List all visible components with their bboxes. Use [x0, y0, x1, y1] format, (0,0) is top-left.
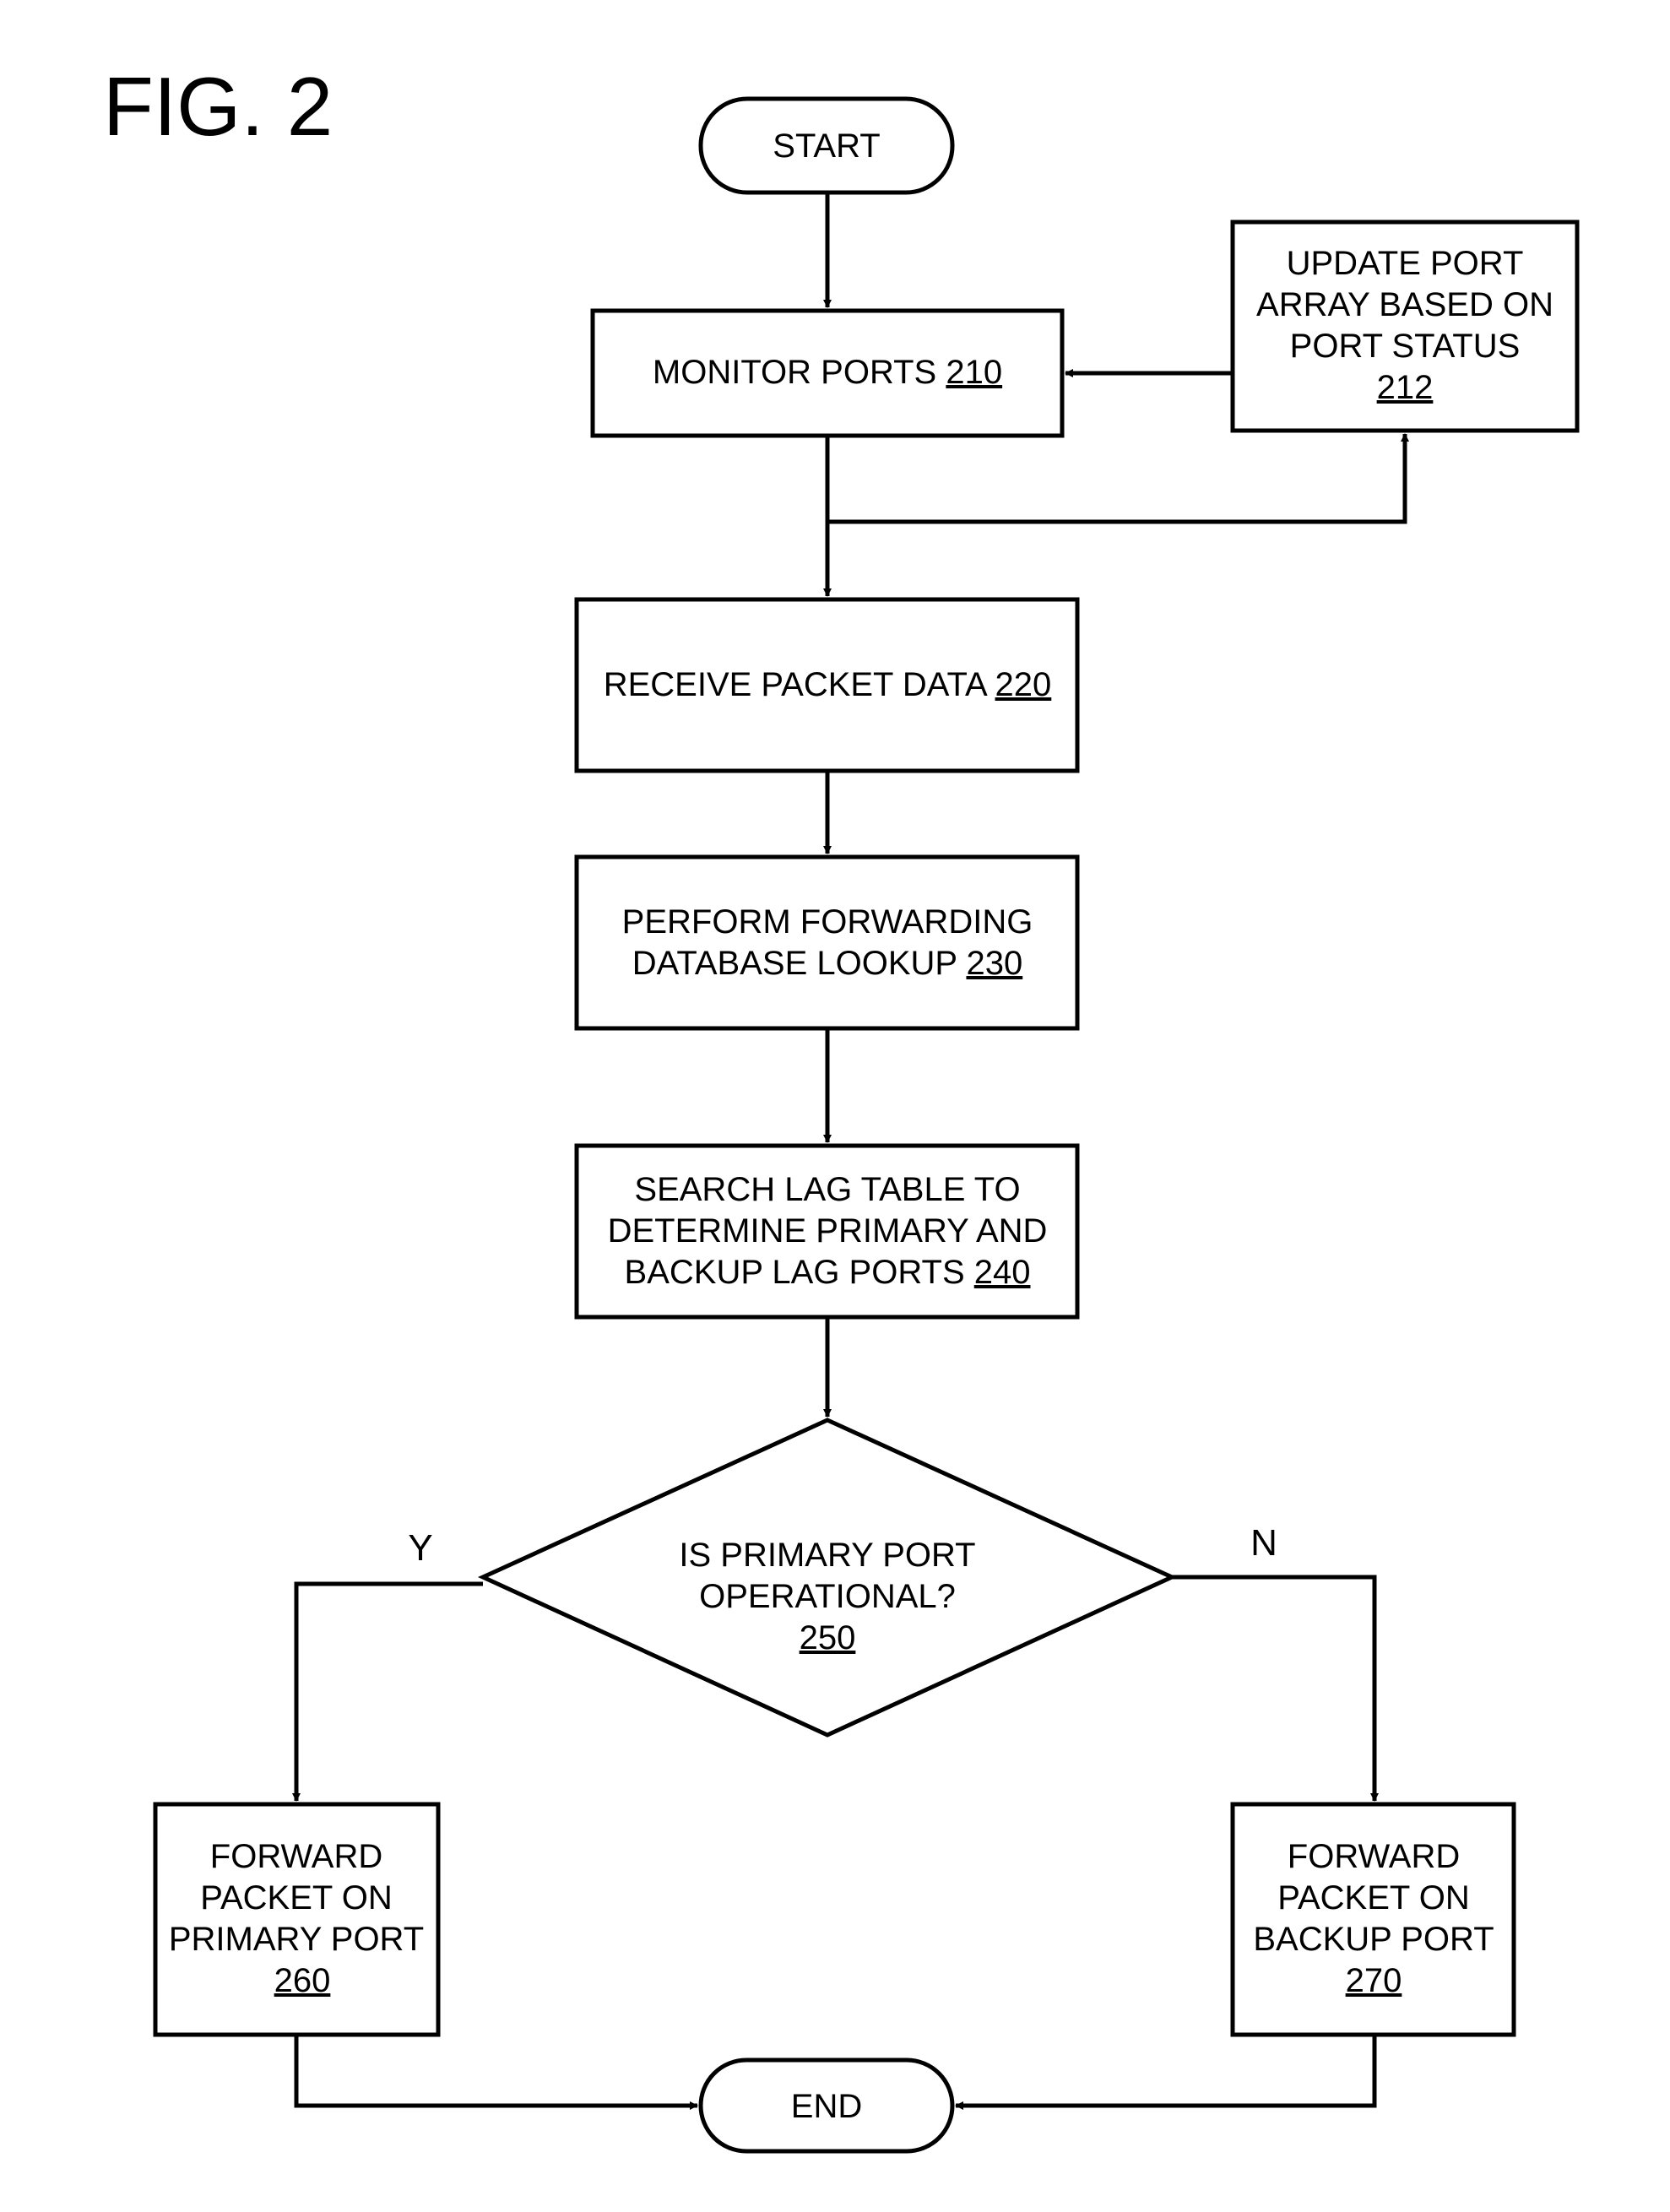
forward-backup-box: FORWARD PACKET ON BACKUP PORT 270: [1230, 1802, 1516, 2037]
update-line-1: UPDATE PORT: [1287, 245, 1524, 282]
primary-line-3: PRIMARY PORT: [169, 1921, 424, 1958]
primary-ref: 260: [274, 1962, 331, 1999]
update-ref: 212: [1377, 369, 1434, 406]
forwarding-lookup-box: PERFORM FORWARDING DATABASE LOOKUP 230: [574, 854, 1080, 1031]
primary-line-1: FORWARD: [210, 1838, 382, 1875]
end-terminator: END: [698, 2057, 955, 2154]
flowchart: FIG. 2 START MONITOR PORTS 210 UPDATE PO…: [103, 60, 1580, 2154]
start-label: START: [773, 127, 880, 165]
search-line-2: DETERMINE PRIMARY AND: [608, 1212, 1048, 1250]
primary-line-2: PACKET ON: [200, 1879, 392, 1917]
update-port-array-box: UPDATE PORT ARRAY BASED ON PORT STATUS 2…: [1230, 220, 1580, 433]
arrow-primary-to-end: [294, 2035, 698, 2110]
backup-line-3: BACKUP PORT: [1253, 1921, 1494, 1958]
arrow-no-to-backup: [1172, 1575, 1379, 1802]
search-lag-table-box: SEARCH LAG TABLE TO DETERMINE PRIMARY AN…: [574, 1143, 1080, 1320]
arrow-yes-to-primary: [292, 1581, 483, 1802]
yes-label: Y: [408, 1527, 432, 1569]
update-line-2: ARRAY BASED ON: [1256, 286, 1553, 323]
arrow-backup-to-end: [955, 2035, 1377, 2110]
backup-ref: 270: [1346, 1962, 1402, 1999]
arrow-monitor-to-update: [827, 433, 1409, 524]
backup-line-1: FORWARD: [1288, 1838, 1460, 1875]
decision-line-2: OPERATIONAL?: [699, 1578, 956, 1615]
start-terminator: START: [698, 96, 955, 195]
decision-ref: 250: [800, 1619, 856, 1656]
monitor-ports-box: MONITOR PORTS 210: [590, 308, 1065, 438]
search-line-3: BACKUP LAG PORTS 240: [625, 1254, 1031, 1291]
end-label: END: [791, 2088, 862, 2125]
receive-packet-box: RECEIVE PACKET DATA 220: [574, 597, 1080, 773]
receive-packet-label: RECEIVE PACKET DATA 220: [604, 666, 1052, 703]
update-line-3: PORT STATUS: [1290, 328, 1521, 365]
no-label: N: [1250, 1522, 1277, 1564]
decision-line-1: IS PRIMARY PORT: [679, 1537, 975, 1574]
backup-line-2: PACKET ON: [1277, 1879, 1469, 1917]
forward-primary-box: FORWARD PACKET ON PRIMARY PORT 260: [153, 1802, 441, 2037]
figure-label: FIG. 2: [103, 60, 333, 153]
search-line-1: SEARCH LAG TABLE TO: [634, 1171, 1020, 1208]
perform-line-1: PERFORM FORWARDING: [622, 903, 1033, 941]
perform-line-2: DATABASE LOOKUP 230: [632, 945, 1022, 982]
decision-diamond: IS PRIMARY PORT OPERATIONAL? 250: [477, 1418, 1178, 1738]
monitor-ports-label: MONITOR PORTS 210: [653, 354, 1002, 391]
